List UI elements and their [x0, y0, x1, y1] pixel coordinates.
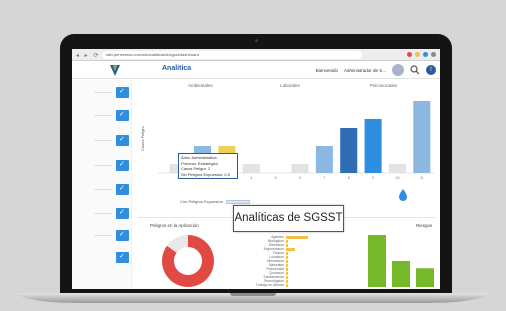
x-tick-label: 5 — [275, 176, 277, 180]
extension-icon[interactable] — [407, 52, 412, 57]
risk-bar-chart — [368, 235, 434, 287]
chart-tooltip: Área: Administrativa Proceso: Estratégic… — [178, 153, 238, 179]
bar[interactable] — [392, 261, 410, 287]
bar[interactable] — [291, 164, 309, 173]
sidebar-filter-button[interactable] — [116, 184, 129, 195]
sidebar-divider — [94, 92, 112, 93]
avatar[interactable] — [392, 64, 404, 76]
legend-label: Con Peligros Expuestos — [180, 199, 223, 204]
hbar[interactable] — [286, 279, 289, 283]
bar[interactable] — [315, 146, 333, 173]
hbar[interactable] — [286, 251, 289, 255]
app-header: Analitica Bienvenido Administrador de S.… — [72, 61, 440, 79]
admin-menu[interactable]: Administrador de S... — [344, 68, 386, 73]
column-title: Laborales — [280, 83, 300, 88]
sidebar-filter-button[interactable] — [116, 230, 129, 241]
hbar[interactable] — [286, 275, 289, 279]
alert-icon[interactable]: ! — [426, 65, 436, 75]
sidebar-filter-button[interactable] — [116, 208, 129, 219]
hbar[interactable] — [286, 263, 289, 267]
donut-slice[interactable] — [166, 235, 189, 254]
extension-icon[interactable] — [415, 52, 420, 57]
chart-legend: Con Peligros Expuestos - — [180, 199, 254, 204]
search-icon[interactable] — [410, 65, 420, 75]
sidebar-filter-button[interactable] — [116, 160, 129, 171]
x-tick-label: 9 — [372, 176, 374, 180]
header-actions: Bienvenido Administrador de S... ! — [316, 64, 436, 76]
video-caption: Analíticas de SGSST — [233, 205, 344, 232]
sidebar-divider — [94, 140, 112, 141]
sidebar-divider — [94, 115, 112, 116]
sidebar-divider — [94, 189, 112, 190]
x-tick-label: 6 — [299, 176, 301, 180]
column-title: Psicosociales — [370, 83, 398, 88]
legend-dash: - — [252, 199, 255, 204]
x-tick-label: 11 — [420, 176, 424, 180]
hbar[interactable] — [286, 235, 308, 239]
hbar[interactable] — [286, 267, 289, 271]
card-title: Peligros en la Aplicación — [150, 223, 199, 228]
browser-nav-icons[interactable]: ◂ ▸ ⟳ — [76, 52, 100, 59]
hbar-label: Trabajo en Alturas — [255, 283, 284, 287]
laptop-notch — [230, 293, 276, 296]
x-tick-label: 4 — [250, 176, 252, 180]
hbar[interactable] — [286, 247, 295, 251]
hbar[interactable] — [286, 243, 289, 247]
donut-chart — [162, 235, 214, 287]
camera-dot — [255, 39, 258, 42]
sidebar-filter-button[interactable] — [116, 135, 129, 146]
extension-icons — [407, 52, 436, 57]
x-tick-label: 10 — [396, 176, 400, 180]
laptop-lid: ◂ ▸ ⟳ sdiv.pensemos.com/sst/analiticas/#… — [60, 34, 452, 296]
column-title: Ambientales — [188, 83, 213, 88]
hbar[interactable] — [286, 259, 289, 263]
sidebar-filter-button[interactable] — [116, 110, 129, 121]
bar[interactable] — [388, 164, 406, 173]
hazard-horizontal-bars: Agentes Biológicos Eléctricos Ergonómicos Fí… — [256, 235, 342, 289]
bar[interactable] — [416, 268, 434, 287]
app-title: Analitica — [162, 65, 192, 72]
sidebar — [72, 80, 132, 289]
user-menu[interactable]: Bienvenido — [316, 68, 338, 73]
sidebar-divider — [94, 213, 112, 214]
logo-icon — [110, 65, 120, 76]
tooltip-line: Sin Peligros Expuestos: 0.0 — [181, 171, 230, 177]
browser-toolbar: ◂ ▸ ⟳ sdiv.pensemos.com/sst/analiticas/#… — [72, 49, 440, 61]
address-bar[interactable]: sdiv.pensemos.com/sst/analiticas/#/sgsst… — [102, 51, 362, 59]
laptop-screen: ◂ ▸ ⟳ sdiv.pensemos.com/sst/analiticas/#… — [72, 49, 440, 289]
extension-icon[interactable] — [431, 52, 436, 57]
hbar[interactable] — [286, 283, 289, 287]
sidebar-divider — [94, 235, 112, 236]
drop-icon[interactable] — [398, 189, 408, 201]
bar[interactable] — [368, 235, 386, 287]
bar[interactable] — [364, 119, 382, 173]
extension-icon[interactable] — [423, 52, 428, 57]
sidebar-filter-button[interactable] — [116, 252, 129, 263]
bar[interactable] — [413, 101, 431, 173]
sidebar-divider — [94, 165, 112, 166]
x-tick-label: 7 — [323, 176, 325, 180]
bar[interactable] — [340, 128, 358, 173]
sidebar-filter-button[interactable] — [116, 87, 129, 98]
hbar[interactable] — [286, 271, 289, 275]
x-tick-label: 8 — [348, 176, 350, 180]
bar[interactable] — [242, 164, 260, 173]
hbar[interactable] — [286, 239, 289, 243]
y-axis-label: Casos Peligro — [140, 125, 145, 151]
legend-chip[interactable] — [225, 199, 250, 204]
hbar[interactable] — [286, 255, 289, 259]
